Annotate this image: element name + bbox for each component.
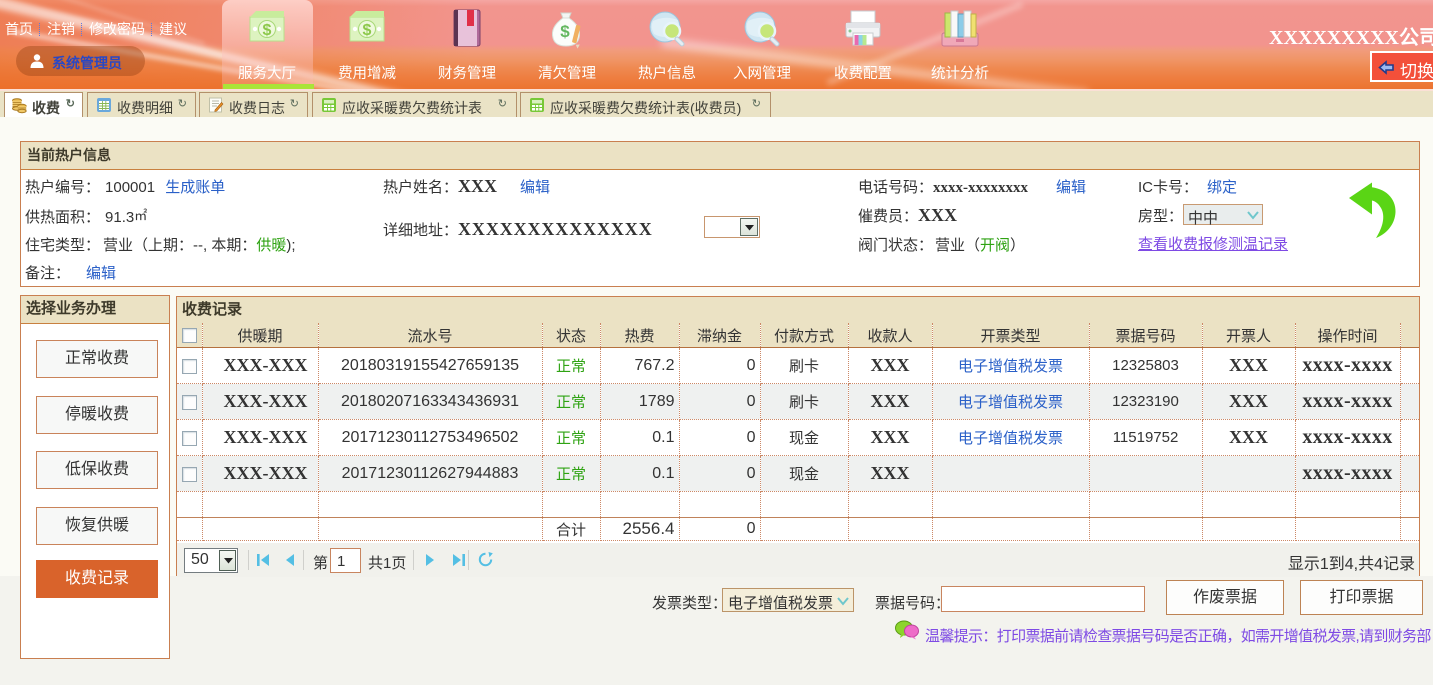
- svg-text:$: $: [263, 22, 272, 39]
- svg-text:$: $: [363, 22, 372, 39]
- svg-text:$: $: [560, 22, 570, 41]
